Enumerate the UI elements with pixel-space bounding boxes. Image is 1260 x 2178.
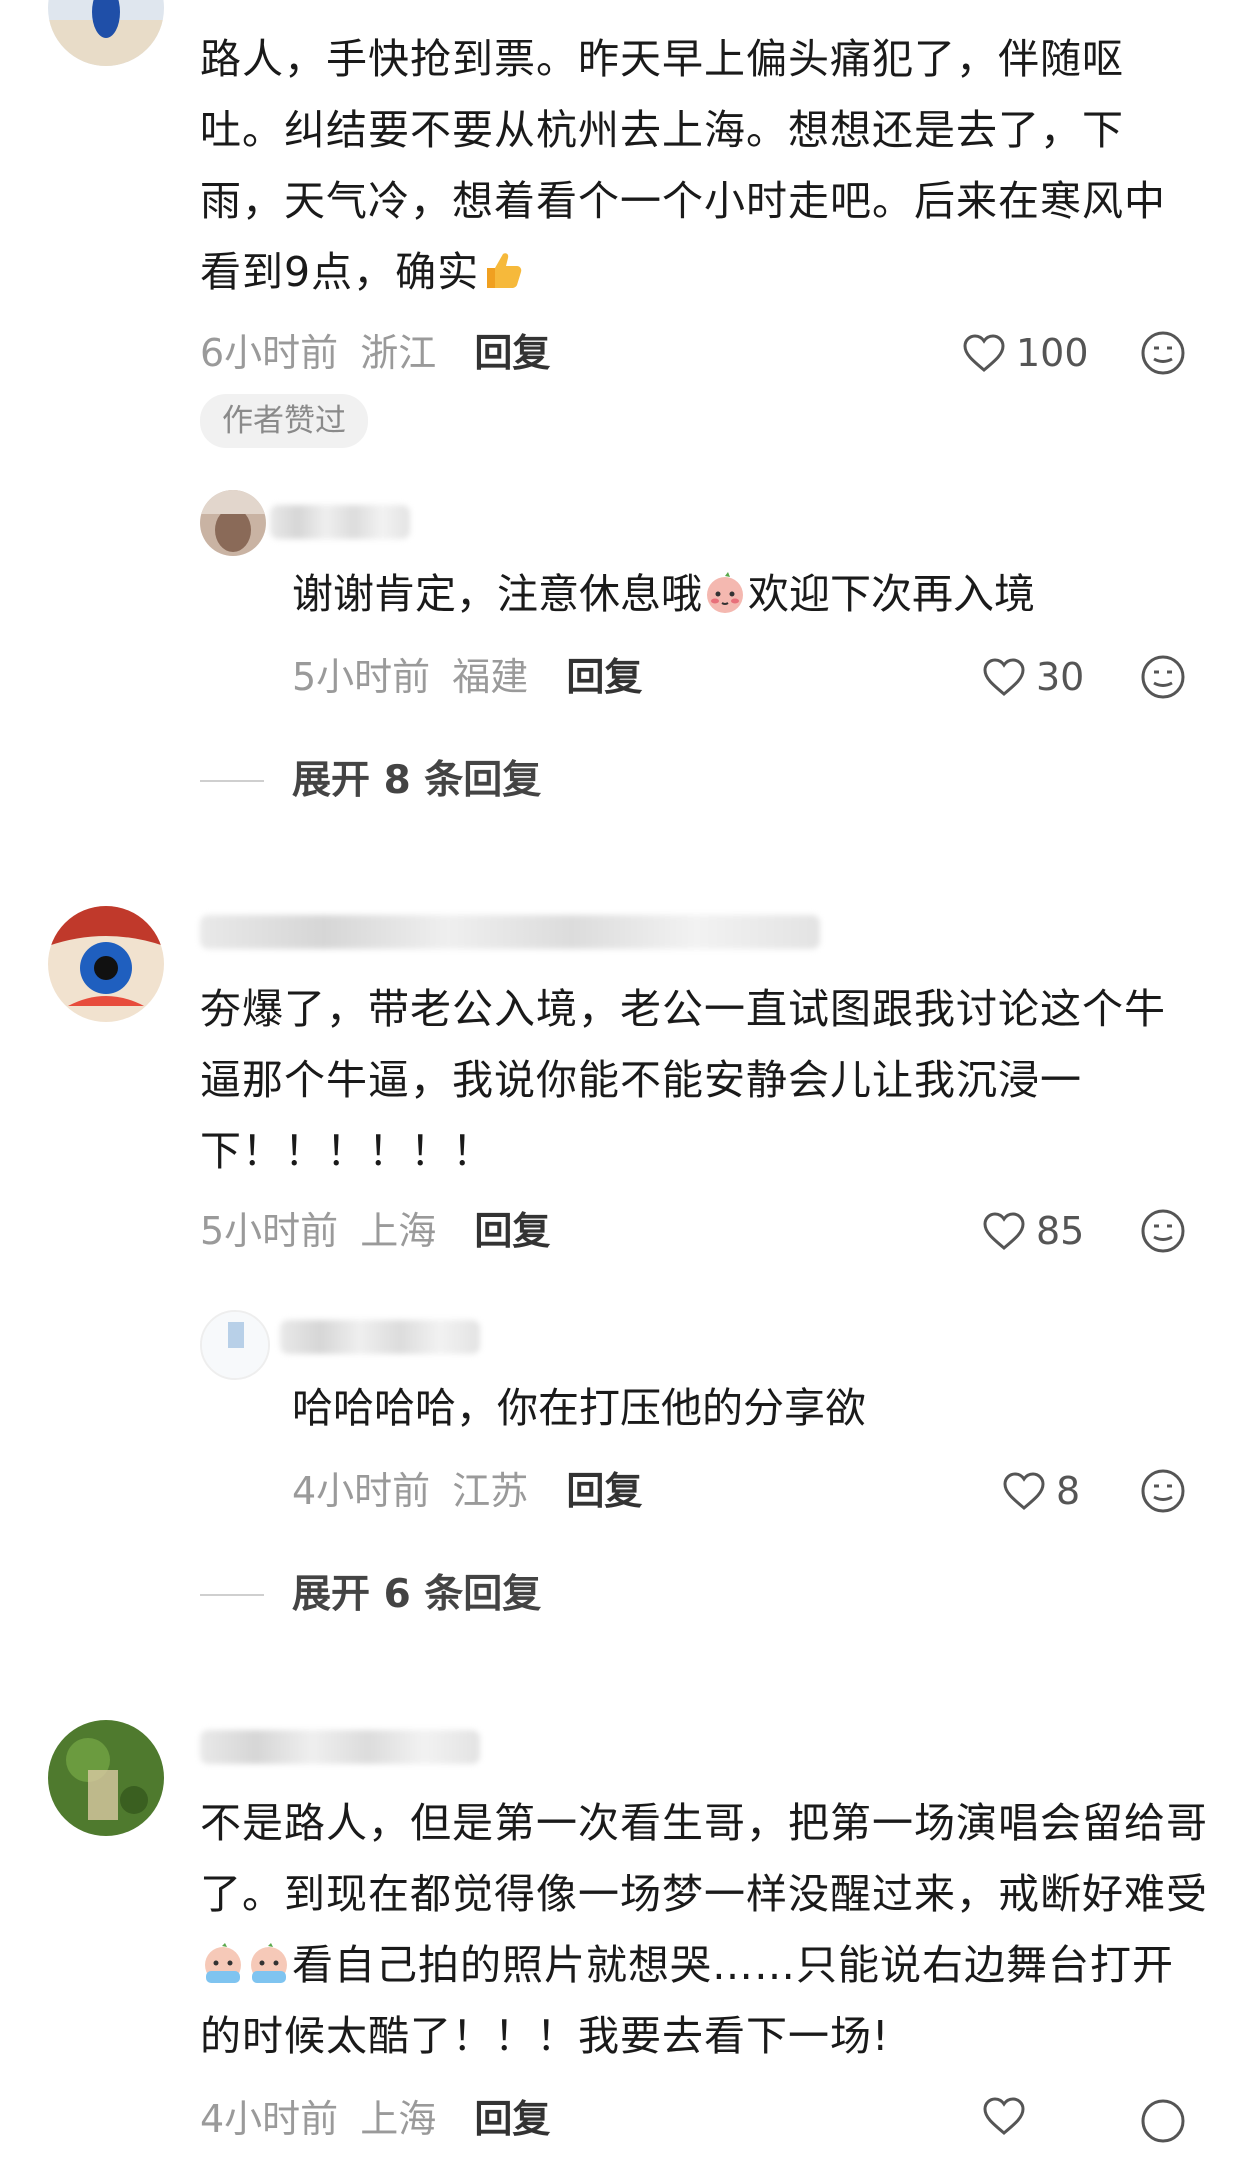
thumbs-up-icon	[479, 245, 525, 291]
expand-replies-button[interactable]: 展开 6 条回复	[200, 1570, 541, 1620]
blushing-face-icon	[702, 570, 748, 616]
reply-username-blurred	[280, 1320, 480, 1354]
username-blurred	[200, 915, 820, 949]
heart-icon	[983, 2097, 1025, 2135]
expand-replies-button[interactable]: 展开 8 条回复	[200, 756, 541, 806]
reply-avatar[interactable]	[200, 1310, 270, 1380]
comment-text: 夯爆了，带老公入境，老公一直试图跟我讨论这个牛逼那个牛逼，我说你能不能安静会儿让…	[200, 985, 1166, 1175]
face-icon	[1141, 331, 1185, 375]
face-icon	[1141, 1469, 1185, 1513]
comment-text: 路人，手快抢到票。昨天早上偏头痛犯了，伴随呕吐。纠结要不要从杭州去上海。想想还是…	[200, 35, 1166, 296]
like-count: 30	[1036, 655, 1085, 699]
reply-avatar[interactable]	[200, 490, 266, 556]
reply-meta: 5小时前 福建 回复	[292, 652, 642, 702]
like-button[interactable]: 85	[982, 1206, 1084, 1256]
like-count: 85	[1036, 1209, 1085, 1253]
divider-line	[200, 1594, 264, 1596]
comment-time: 6小时前	[200, 331, 339, 375]
expand-label: 展开 6 条回复	[292, 1572, 542, 1617]
reply-text: 谢谢肯定，注意休息哦 欢迎下次再入境	[292, 570, 1035, 618]
comment-location: 上海	[360, 1209, 437, 1253]
emoji-reaction-button[interactable]	[1140, 330, 1186, 380]
emoji-reaction-button[interactable]	[1140, 2098, 1186, 2148]
emoji-reaction-button[interactable]	[1140, 1208, 1186, 1258]
like-button[interactable]: 8	[1002, 1466, 1080, 1516]
reply-text: 哈哈哈哈，你在打压他的分享欲	[292, 1384, 866, 1432]
comment-meta: 5小时前 上海 回复	[200, 1206, 550, 1256]
like-button[interactable]: 100	[962, 328, 1089, 378]
avatar[interactable]	[48, 906, 164, 1022]
reply-time: 4小时前	[292, 1469, 431, 1513]
heart-icon	[1003, 1472, 1045, 1510]
heart-icon	[983, 658, 1025, 696]
comment-meta: 4小时前 上海 回复	[200, 2094, 550, 2144]
reply-button[interactable]: 回复	[474, 331, 550, 375]
reply-meta: 4小时前 江苏 回复	[292, 1466, 642, 1516]
reply-button[interactable]: 回复	[474, 2097, 550, 2141]
avatar[interactable]	[48, 1720, 164, 1836]
reply-time: 5小时前	[292, 655, 431, 699]
face-icon	[1141, 2099, 1185, 2143]
face-icon	[1141, 655, 1185, 699]
divider-line	[200, 780, 264, 782]
expand-label: 展开 8 条回复	[292, 758, 542, 803]
heart-icon	[983, 1212, 1025, 1250]
comment-text: 不是路人，但是第一次看生哥，把第一场演唱会留给哥了。到现在都觉得像一场梦一样没醒…	[200, 1799, 1208, 2060]
reply-button[interactable]: 回复	[474, 1209, 550, 1253]
crying-face-icon	[246, 1938, 292, 1984]
like-count: 100	[1016, 331, 1089, 375]
like-button[interactable]: 30	[982, 652, 1084, 702]
emoji-reaction-button[interactable]	[1140, 1468, 1186, 1518]
reply-button[interactable]: 回复	[566, 655, 642, 699]
comment-time: 4小时前	[200, 2097, 339, 2141]
like-count: 8	[1056, 1469, 1081, 1513]
crying-face-icon	[200, 1938, 246, 1984]
reply-username-blurred	[270, 505, 410, 539]
comment-location: 浙江	[360, 331, 437, 375]
author-liked-badge: 作者赞过	[200, 394, 368, 448]
reply-button[interactable]: 回复	[566, 1469, 642, 1513]
comment-time: 5小时前	[200, 1209, 339, 1253]
username-blurred	[200, 1730, 480, 1764]
face-icon	[1141, 1209, 1185, 1253]
emoji-reaction-button[interactable]	[1140, 654, 1186, 704]
like-button[interactable]	[982, 2096, 1026, 2136]
comment-meta: 6小时前 浙江 回复	[200, 328, 550, 378]
comment-location: 上海	[360, 2097, 437, 2141]
avatar[interactable]	[48, 0, 164, 66]
reply-location: 福建	[452, 655, 529, 699]
reply-location: 江苏	[452, 1469, 529, 1513]
heart-icon	[963, 334, 1005, 372]
